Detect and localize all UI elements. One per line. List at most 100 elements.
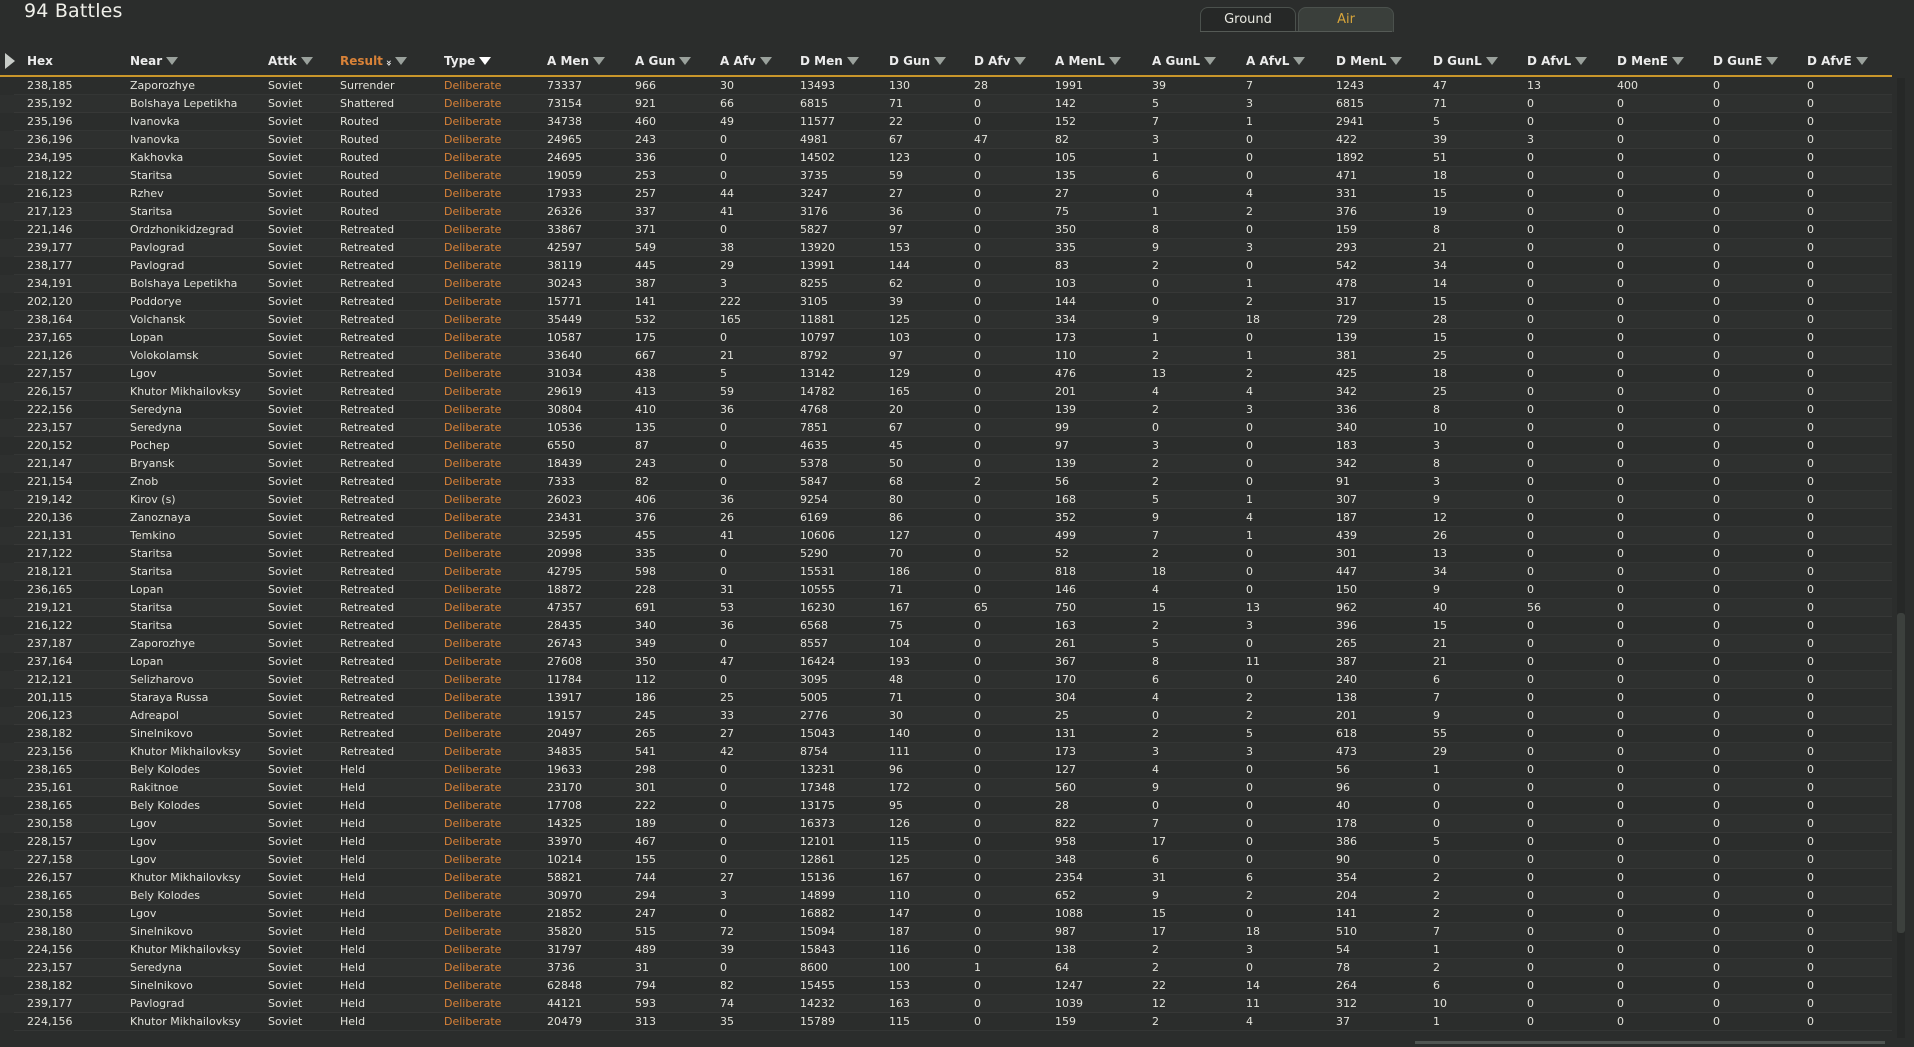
table-row[interactable]: 238,164 Volchansk Soviet Retreated Deliberat…	[0, 311, 1892, 329]
tab-air[interactable]: Air	[1298, 7, 1394, 32]
filter-funnel-icon[interactable]	[1855, 56, 1868, 65]
table-row[interactable]: 230,158 Lgov Soviet Held Deliberate 14325 189 0…	[0, 815, 1892, 833]
filter-funnel-icon[interactable]	[1204, 56, 1217, 65]
table-row[interactable]: 221,146 Ordzhonikidzegrad Soviet Retreated D…	[0, 221, 1892, 239]
vertical-scrollbar[interactable]	[1897, 78, 1905, 1038]
column-header-near[interactable]: Near	[130, 50, 179, 72]
column-header-attk[interactable]: Attk	[268, 50, 313, 72]
column-header-result[interactable]: Result»	[340, 50, 408, 72]
table-row[interactable]: 237,187 Zaporozhye Soviet Retreated Delibera…	[0, 635, 1892, 653]
filter-funnel-icon[interactable]	[1671, 56, 1684, 65]
table-row[interactable]: 238,165 Bely Kolodes Soviet Held Deliberate 1…	[0, 797, 1892, 815]
tab-ground[interactable]: Ground	[1200, 7, 1296, 32]
table-row[interactable]: 221,131 Temkino Soviet Retreated Deliberate 3…	[0, 527, 1892, 545]
table-row[interactable]: 219,142 Kirov (s) Soviet Retreated Deliberat…	[0, 491, 1892, 509]
filter-funnel-icon[interactable]	[395, 56, 408, 65]
table-row[interactable]: 217,123 Staritsa Soviet Routed Deliberate 263…	[0, 203, 1892, 221]
column-header-hex[interactable]: Hex	[27, 50, 53, 72]
table-row[interactable]: 239,177 Pavlograd Soviet Retreated Deliberat…	[0, 239, 1892, 257]
cell-type: Deliberate	[444, 871, 502, 884]
table-row[interactable]: 236,165 Lopan Soviet Retreated Deliberate 188…	[0, 581, 1892, 599]
filter-funnel-icon[interactable]	[759, 56, 772, 65]
table-row[interactable]: 201,115 Staraya Russa Soviet Retreated Delib…	[0, 689, 1892, 707]
table-row[interactable]: 224,156 Khutor Mikhailovksy Soviet Held Deli…	[0, 1013, 1892, 1031]
table-row[interactable]: 221,126 Volokolamsk Soviet Retreated Deliber…	[0, 347, 1892, 365]
column-header-a-afvl[interactable]: A AfvL	[1246, 50, 1306, 72]
table-row[interactable]: 226,157 Khutor Mikhailovksy Soviet Retreate…	[0, 383, 1892, 401]
table-row[interactable]: 221,147 Bryansk Soviet Retreated Deliberate 1…	[0, 455, 1892, 473]
table-row[interactable]: 238,182 Sinelnikovo Soviet Held Deliberate 62…	[0, 977, 1892, 995]
table-row[interactable]: 216,122 Staritsa Soviet Retreated Deliberate…	[0, 617, 1892, 635]
scrollbar-thumb[interactable]	[1897, 613, 1905, 933]
column-header-d-gun[interactable]: D Gun	[889, 50, 947, 72]
column-header-d-mene[interactable]: D MenE	[1617, 50, 1684, 72]
filter-funnel-icon[interactable]	[1293, 56, 1306, 65]
filter-funnel-icon[interactable]	[1766, 56, 1779, 65]
table-row[interactable]: 237,164 Lopan Soviet Retreated Deliberate 276…	[0, 653, 1892, 671]
table-row[interactable]: 235,196 Ivanovka Soviet Routed Deliberate 347…	[0, 113, 1892, 131]
column-header-d-afve[interactable]: D AfvE	[1807, 50, 1868, 72]
filter-funnel-icon[interactable]	[1108, 56, 1121, 65]
table-row[interactable]: 227,158 Lgov Soviet Held Deliberate 10214 155 0…	[0, 851, 1892, 869]
column-header-a-men[interactable]: A Men	[547, 50, 606, 72]
horizontal-scrollbar[interactable]	[1415, 1041, 1885, 1044]
table-row[interactable]: 234,195 Kakhovka Soviet Routed Deliberate 246…	[0, 149, 1892, 167]
table-row[interactable]: 238,185 Zaporozhye Soviet Surrender Delibera…	[0, 77, 1892, 95]
column-header-d-afv[interactable]: D Afv	[974, 50, 1027, 72]
table-row[interactable]: 217,122 Staritsa Soviet Retreated Deliberate…	[0, 545, 1892, 563]
filter-funnel-icon[interactable]	[846, 56, 859, 65]
table-row[interactable]: 218,121 Staritsa Soviet Retreated Deliberate…	[0, 563, 1892, 581]
table-row[interactable]: 223,157 Seredyna Soviet Retreated Deliberate…	[0, 419, 1892, 437]
column-header-a-gun[interactable]: A Gun	[635, 50, 692, 72]
column-header-type[interactable]: Type	[444, 50, 492, 72]
table-row[interactable]: 216,123 Rzhev Soviet Routed Deliberate 17933 2…	[0, 185, 1892, 203]
cell-d-afv: 65	[974, 601, 988, 614]
table-row[interactable]: 237,165 Lopan Soviet Retreated Deliberate 105…	[0, 329, 1892, 347]
column-header-d-gune[interactable]: D GunE	[1713, 50, 1779, 72]
table-row[interactable]: 235,192 Bolshaya Lepetikha Soviet Shattered…	[0, 95, 1892, 113]
table-row[interactable]: 206,123 Adreapol Soviet Retreated Deliberate…	[0, 707, 1892, 725]
table-row[interactable]: 234,191 Bolshaya Lepetikha Soviet Retreated…	[0, 275, 1892, 293]
table-row[interactable]: 239,177 Pavlograd Soviet Held Deliberate 4412…	[0, 995, 1892, 1013]
table-row[interactable]: 221,154 Znob Soviet Retreated Deliberate 7333…	[0, 473, 1892, 491]
cell-a-afv: 27	[720, 727, 734, 740]
table-row[interactable]: 238,165 Bely Kolodes Soviet Held Deliberate 3…	[0, 887, 1892, 905]
table-row[interactable]: 222,156 Seredyna Soviet Retreated Deliberate…	[0, 401, 1892, 419]
table-row[interactable]: 220,152 Pochep Soviet Retreated Deliberate 65…	[0, 437, 1892, 455]
column-header-d-men[interactable]: D Men	[800, 50, 859, 72]
column-header-d-menl[interactable]: D MenL	[1336, 50, 1403, 72]
filter-funnel-icon[interactable]	[479, 56, 492, 65]
table-row[interactable]: 219,121 Staritsa Soviet Retreated Deliberate…	[0, 599, 1892, 617]
table-row[interactable]: 238,165 Bely Kolodes Soviet Held Deliberate 1…	[0, 761, 1892, 779]
table-row[interactable]: 228,157 Lgov Soviet Held Deliberate 33970 467 0…	[0, 833, 1892, 851]
column-header-d-afvl[interactable]: D AfvL	[1527, 50, 1588, 72]
filter-funnel-icon[interactable]	[300, 56, 313, 65]
filter-funnel-icon[interactable]	[1014, 56, 1027, 65]
column-header-a-gunl[interactable]: A GunL	[1152, 50, 1217, 72]
column-header-d-gunl[interactable]: D GunL	[1433, 50, 1498, 72]
table-row[interactable]: 238,182 Sinelnikovo Soviet Retreated Deliber…	[0, 725, 1892, 743]
table-row[interactable]: 224,156 Khutor Mikhailovksy Soviet Held Deli…	[0, 941, 1892, 959]
table-row[interactable]: 230,158 Lgov Soviet Held Deliberate 21852 247 0…	[0, 905, 1892, 923]
filter-funnel-icon[interactable]	[166, 56, 179, 65]
filter-funnel-icon[interactable]	[1575, 56, 1588, 65]
table-row[interactable]: 223,156 Khutor Mikhailovksy Soviet Retreate…	[0, 743, 1892, 761]
filter-funnel-icon[interactable]	[934, 56, 947, 65]
table-row[interactable]: 218,122 Staritsa Soviet Routed Deliberate 190…	[0, 167, 1892, 185]
filter-funnel-icon[interactable]	[679, 56, 692, 65]
table-row[interactable]: 202,120 Poddorye Soviet Retreated Deliberate…	[0, 293, 1892, 311]
table-row[interactable]: 226,157 Khutor Mikhailovksy Soviet Held Deli…	[0, 869, 1892, 887]
filter-funnel-icon[interactable]	[1485, 56, 1498, 65]
table-row[interactable]: 212,121 Selizharovo Soviet Retreated Deliber…	[0, 671, 1892, 689]
column-header-a-afv[interactable]: A Afv	[720, 50, 772, 72]
filter-funnel-icon[interactable]	[593, 56, 606, 65]
filter-funnel-icon[interactable]	[1390, 56, 1403, 65]
table-row[interactable]: 220,136 Zanoznaya Soviet Retreated Deliberat…	[0, 509, 1892, 527]
table-row[interactable]: 238,177 Pavlograd Soviet Retreated Deliberat…	[0, 257, 1892, 275]
table-row[interactable]: 235,161 Rakitnoe Soviet Held Deliberate 23170…	[0, 779, 1892, 797]
table-row[interactable]: 227,157 Lgov Soviet Retreated Deliberate 3103…	[0, 365, 1892, 383]
table-row[interactable]: 236,196 Ivanovka Soviet Routed Deliberate 249…	[0, 131, 1892, 149]
table-row[interactable]: 223,157 Seredyna Soviet Held Deliberate 3736 3…	[0, 959, 1892, 977]
column-header-a-menl[interactable]: A MenL	[1055, 50, 1121, 72]
table-row[interactable]: 238,180 Sinelnikovo Soviet Held Deliberate 35…	[0, 923, 1892, 941]
